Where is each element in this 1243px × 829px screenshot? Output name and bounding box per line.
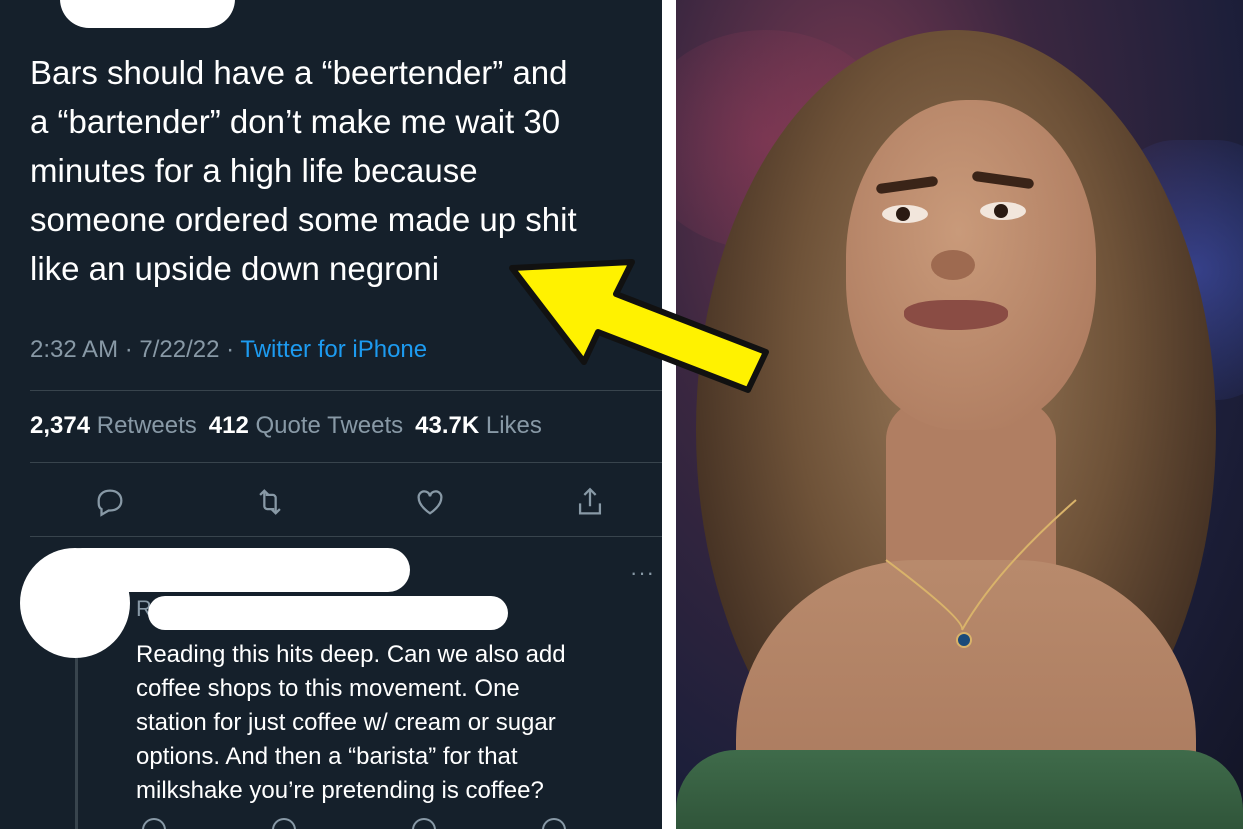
redacted-username [60,0,235,28]
reply-text: Reading this hits deep. Can we also add … [136,641,566,804]
reply-icon[interactable] [142,818,166,829]
necklace [885,499,1077,648]
quotes-label: Quote Tweets [255,412,404,439]
heart-icon[interactable] [412,818,436,829]
mouth [904,300,1008,330]
likes-count: 43.7K [415,412,480,439]
eye [980,202,1026,220]
retweets-label: Retweets [96,412,197,439]
reply-icon [97,489,123,517]
share-icon[interactable] [542,818,566,829]
heart-icon [417,490,443,515]
eye [882,205,928,223]
tweet-source-link[interactable]: Twitter for iPhone [240,336,427,363]
redacted-display-name [60,548,410,592]
image-divider [662,0,676,829]
tweet-meta: 2:32 AM · 7/22/22 · Twitter for iPhone [30,336,427,364]
retweet-button[interactable] [250,482,290,522]
retweets-count: 2,374 [30,412,91,439]
tweet-actions [90,480,610,524]
divider [30,536,662,537]
likes-label: Likes [485,412,542,439]
more-options-icon[interactable]: ··· [630,560,655,586]
like-button[interactable] [410,482,450,522]
nose [931,250,975,280]
arrow-annotation-icon [509,259,769,393]
redacted-handle [148,596,508,630]
reply-button[interactable] [90,482,130,522]
likes-stat[interactable]: 43.7K Likes [415,412,542,439]
retweet-icon[interactable] [272,818,296,829]
share-icon [578,487,602,515]
green-dress [676,750,1243,829]
tweet-stats: 2,374 Retweets 412 Quote Tweets 43.7K Like… [30,412,542,440]
tweet-timestamp: 2:32 AM · 7/22/22 · [30,336,241,363]
share-button[interactable] [570,482,610,522]
reply-actions [136,818,566,829]
quotes-count: 412 [208,412,249,439]
quotes-stat[interactable]: 412 Quote Tweets [209,412,403,439]
divider [30,462,662,463]
retweet-icon [259,489,281,515]
retweets-stat[interactable]: 2,374 Retweets [30,412,197,439]
thread-line [75,650,78,829]
tweet-panel: Bars should have a “beertender” and a “b… [0,0,662,829]
reaction-photo [676,0,1243,829]
